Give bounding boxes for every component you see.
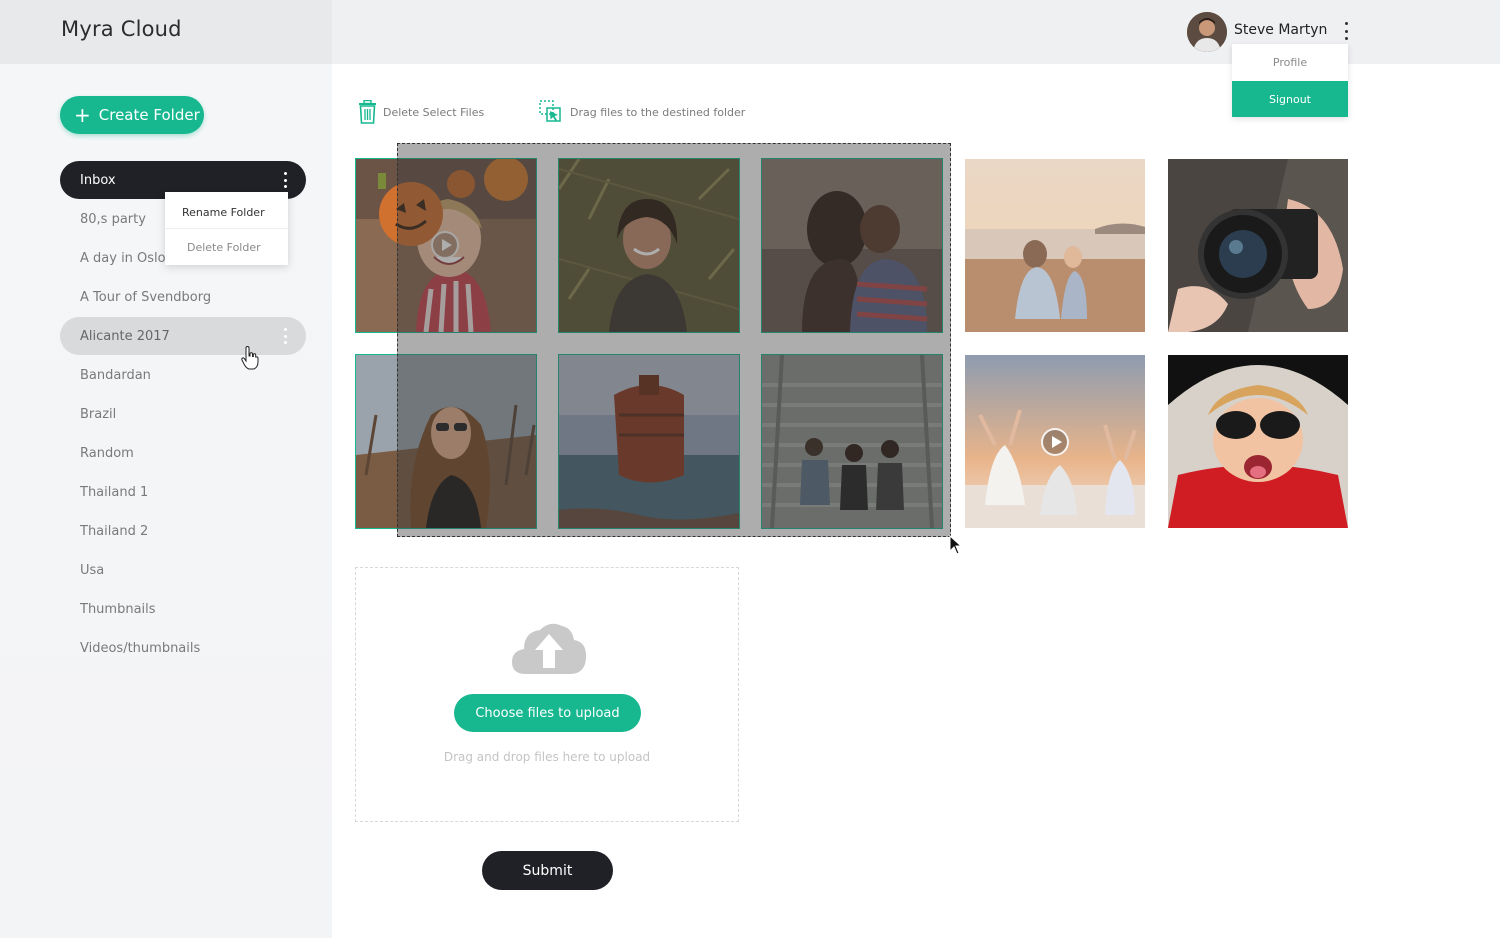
folder-context-menu: Rename Folder Delete Folder (165, 192, 288, 265)
drag-to-folder-label: Drag files to the destined folder (570, 105, 746, 119)
sidebar-item-usa[interactable]: Usa (60, 551, 306, 589)
sidebar-item-label: Alicante 2017 (80, 328, 170, 344)
sidebar-item-label: Thailand 2 (80, 523, 149, 539)
drag-select-icon (539, 100, 561, 122)
create-folder-label: Create Folder (98, 106, 200, 124)
upload-dropzone[interactable]: Choose files to upload Drag and drop fil… (355, 567, 739, 822)
gallery-item-dancers-at-sunset[interactable] (965, 355, 1145, 528)
user-dropdown: Profile Signout (1232, 44, 1348, 117)
sidebar-item-label: Videos/thumbnails (80, 640, 201, 656)
brand-area: Myra Cloud (0, 0, 332, 64)
sidebar-item-random[interactable]: Random (60, 434, 306, 472)
plus-icon: + (74, 103, 91, 127)
sidebar-item-label: Brazil (80, 406, 117, 422)
cloud-upload-icon (512, 623, 587, 674)
sidebar-item-label: Thailand 1 (80, 484, 149, 500)
app-title: Myra Cloud (61, 17, 182, 41)
arrow-cursor-icon (949, 535, 963, 555)
avatar[interactable] (1187, 12, 1227, 52)
signout-menu-item[interactable]: Signout (1232, 81, 1348, 117)
sidebar-item-alicante-2017[interactable]: Alicante 2017 (60, 317, 306, 355)
user-menu-kebab-icon[interactable] (1341, 22, 1351, 40)
sidebar-item-label: A day in Oslo (80, 250, 166, 266)
delete-selected-files-label: Delete Select Files (383, 105, 485, 119)
sidebar-item-thailand-1[interactable]: Thailand 1 (60, 473, 306, 511)
delete-folder-menu-item[interactable]: Delete Folder (165, 229, 288, 265)
folder-more-icon[interactable] (280, 172, 290, 188)
sidebar-item-label: Random (80, 445, 134, 461)
submit-button[interactable]: Submit (482, 851, 613, 890)
sidebar-item-bandardan[interactable]: Bandardan (60, 356, 306, 394)
sidebar-item-label: Bandardan (80, 367, 151, 383)
sidebar-item-brazil[interactable]: Brazil (60, 395, 306, 433)
sidebar-item-videos-thumbnails[interactable]: Videos/thumbnails (60, 629, 306, 667)
profile-menu-item[interactable]: Profile (1232, 44, 1348, 80)
folder-more-icon[interactable] (280, 328, 290, 344)
gallery-item-girl-with-halloween-mask[interactable] (1168, 355, 1348, 528)
selection-marquee (397, 143, 951, 537)
sidebar-item-label: Usa (80, 562, 105, 578)
create-folder-button[interactable]: + Create Folder (60, 96, 204, 134)
trash-icon (359, 100, 376, 124)
drag-to-folder-hint: Drag files to the destined folder (539, 100, 745, 124)
gallery-item-hands-holding-camera[interactable] (1168, 159, 1348, 332)
gallery-item-mother-and-child-on-beach[interactable] (965, 159, 1145, 332)
sidebar-item-label: Inbox (80, 172, 116, 188)
rename-folder-menu-item[interactable]: Rename Folder (165, 194, 288, 230)
sidebar-item-label: A Tour of Svendborg (80, 289, 212, 305)
sidebar-item-label: Thumbnails (80, 601, 156, 617)
sidebar-item-label: 80,s party (80, 211, 146, 227)
delete-selected-files-action[interactable]: Delete Select Files (358, 100, 484, 124)
sidebar-item-thumbnails[interactable]: Thumbnails (60, 590, 306, 628)
play-icon[interactable] (1041, 428, 1069, 456)
sidebar-item-a-tour-of-svendborg[interactable]: A Tour of Svendborg (60, 278, 306, 316)
user-name[interactable]: Steve Martyn (1234, 22, 1327, 38)
hand-pointer-icon (241, 346, 259, 370)
choose-files-button[interactable]: Choose files to upload (454, 694, 641, 732)
dropzone-hint: Drag and drop files here to upload (443, 750, 651, 764)
sidebar-item-thailand-2[interactable]: Thailand 2 (60, 512, 306, 550)
